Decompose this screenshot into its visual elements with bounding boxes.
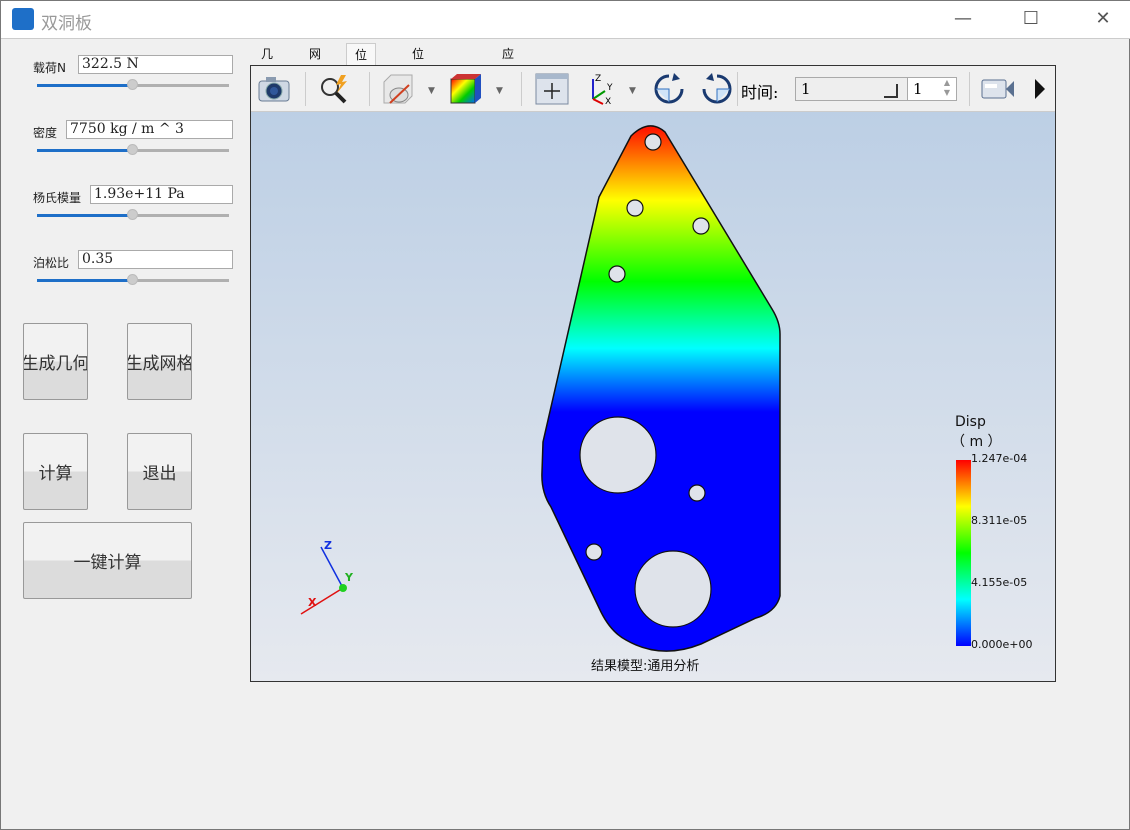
tab-mesh[interactable]: 网格: [301, 43, 329, 83]
rotate-ccw-icon[interactable]: [700, 73, 734, 105]
time-select[interactable]: 1▼: [795, 77, 925, 101]
minimize-button[interactable]: —: [943, 7, 983, 33]
density-slider[interactable]: [37, 144, 229, 156]
legend-tick: 0.000e+00: [971, 638, 1033, 651]
tab-displacement[interactable]: 位移1: [346, 43, 377, 106]
legend-tick: 1.247e-04: [971, 452, 1028, 465]
youngs-modulus-slider[interactable]: [37, 209, 229, 221]
chevron-down-icon[interactable]: ▼: [428, 86, 435, 96]
result-viewer[interactable]: ▼ ▼ ZYX ▼ 时间: 1▼ 1▲▼ Z Y X Disp （ m ） 1.…: [250, 65, 1056, 682]
query-icon[interactable]: [317, 73, 351, 105]
load-slider[interactable]: [37, 79, 229, 91]
legend-unit: （ m ）: [951, 434, 1002, 450]
axis-x-label: X: [308, 596, 317, 609]
exit-button[interactable]: 退出: [127, 433, 192, 510]
one-click-compute-button[interactable]: 一键计算: [23, 522, 192, 599]
legend-tick: 8.311e-05: [971, 514, 1028, 527]
svg-text:X: X: [605, 97, 611, 105]
color-legend-bar: [956, 460, 971, 646]
step-spinbox[interactable]: 1 ▲ ▼: [907, 77, 957, 101]
fit-view-icon[interactable]: [535, 73, 569, 105]
tab-geometry[interactable]: 几何: [253, 43, 281, 83]
viewer-toolbar: ▼ ▼ ZYX ▼ 时间: 1▼ 1▲▼: [251, 66, 1055, 112]
density-label: 密度: [33, 126, 58, 140]
axis-y-label: Y: [344, 571, 354, 584]
tab-stress[interactable]: 应力: [494, 43, 522, 83]
density-input[interactable]: 7750 kg / m ^ 3: [66, 120, 233, 139]
step-value: 1: [913, 80, 923, 98]
svg-text:Z: Z: [595, 74, 601, 84]
poisson-label: 泊松比: [33, 256, 70, 270]
svg-text:Y: Y: [606, 83, 613, 93]
expand-icon[interactable]: [1029, 73, 1053, 105]
compute-button[interactable]: 计算: [23, 433, 88, 510]
model-canvas[interactable]: Z Y X: [251, 112, 1055, 682]
camera-icon[interactable]: [257, 73, 291, 105]
orientation-axes: Z Y X: [300, 539, 354, 615]
youngs-modulus-input[interactable]: 1.93e+11 Pa: [90, 185, 233, 204]
generate-geometry-button[interactable]: 生成几何: [23, 323, 88, 400]
window-title: 双洞板: [41, 14, 92, 34]
legend-tick: 4.155e-05: [971, 576, 1028, 589]
time-select-value: 1: [801, 80, 811, 98]
result-caption: 结果模型:通用分析: [591, 659, 700, 674]
generate-mesh-button[interactable]: 生成网格: [127, 323, 192, 400]
poisson-slider[interactable]: [37, 274, 229, 286]
poisson-input[interactable]: 0.35: [78, 250, 233, 269]
title-bar: 双洞板 — ☐ ✕: [1, 1, 1130, 39]
hide-show-icon[interactable]: [381, 73, 415, 105]
rotate-cw-icon[interactable]: [652, 73, 686, 105]
checkbox[interactable]: [884, 84, 898, 98]
axes-icon[interactable]: ZYX: [585, 73, 619, 105]
record-video-icon[interactable]: [981, 73, 1015, 105]
axis-z-label: Z: [324, 539, 332, 552]
load-input[interactable]: 322.5 N: [78, 55, 233, 74]
app-icon: [12, 8, 34, 30]
close-button[interactable]: ✕: [1083, 7, 1123, 33]
colormap-icon[interactable]: [449, 73, 483, 105]
load-label: 载荷N: [33, 61, 66, 75]
chevron-down-icon[interactable]: ▼: [496, 86, 503, 96]
tab-displacement-contour[interactable]: 位移等值线1: [404, 43, 432, 171]
maximize-button[interactable]: ☐: [1011, 7, 1051, 33]
legend-title: Disp: [955, 414, 986, 430]
chevron-down-icon[interactable]: ▼: [629, 86, 636, 96]
youngs-modulus-label: 杨氏模量: [33, 191, 82, 205]
time-label: 时间:: [741, 83, 779, 102]
